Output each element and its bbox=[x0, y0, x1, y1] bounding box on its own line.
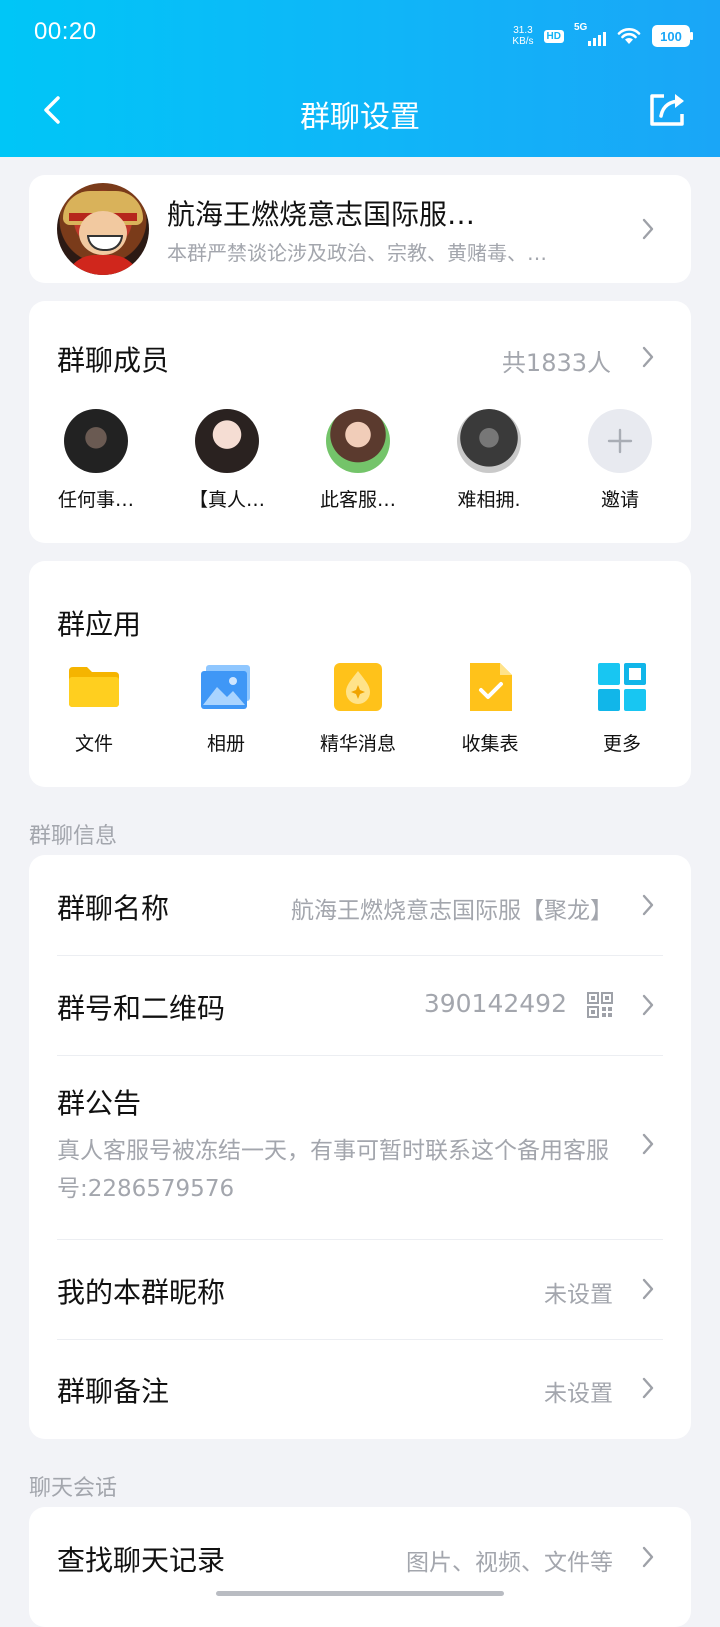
network-speed-value: 31.3 bbox=[513, 25, 533, 36]
group-profile-card[interactable]: 航海王燃烧意志国际服… 本群严禁谈论涉及政治、宗教、黄赌毒、… bbox=[29, 175, 691, 283]
group-name-row[interactable]: 群聊名称 航海王燃烧意志国际服【聚龙】 bbox=[29, 855, 691, 955]
group-name: 航海王燃烧意志国际服… bbox=[167, 198, 476, 231]
row-value: 未设置 bbox=[544, 1282, 613, 1308]
wifi-icon bbox=[617, 28, 641, 44]
cellular-signal-icon: 5G bbox=[574, 22, 606, 48]
invite-label: 邀请 bbox=[600, 489, 639, 511]
member-item[interactable]: 此客服… bbox=[308, 409, 408, 512]
member-name: 此客服… bbox=[319, 489, 396, 511]
row-label: 群公告 bbox=[57, 1087, 142, 1120]
group-id-value: 390142492 bbox=[423, 989, 567, 1018]
chat-card: 查找聊天记录 图片、视频、文件等 bbox=[29, 1507, 691, 1627]
row-label: 查找聊天记录 bbox=[57, 1544, 226, 1577]
share-icon bbox=[650, 94, 684, 126]
member-item[interactable]: 任何事… bbox=[46, 409, 146, 512]
row-label: 群号和二维码 bbox=[57, 992, 226, 1025]
member-avatar bbox=[326, 409, 390, 473]
members-title[interactable]: 群聊成员 bbox=[57, 339, 169, 379]
app-essence[interactable]: 精华消息 bbox=[303, 659, 413, 756]
battery-icon: 100 bbox=[652, 25, 693, 47]
plus-icon bbox=[588, 409, 652, 473]
app-label: 收集表 bbox=[461, 733, 519, 755]
chevron-right-icon bbox=[641, 1132, 655, 1156]
nav-bar: 群聊设置 bbox=[0, 70, 720, 157]
network-speed: 31.3 KB/s bbox=[512, 25, 533, 47]
group-info-card: 群聊名称 航海王燃烧意志国际服【聚龙】 群号和二维码 390142492 群公告… bbox=[29, 855, 691, 1439]
row-label: 群聊备注 bbox=[57, 1375, 170, 1408]
header: 00:20 31.3 KB/s HD 5G 100 群聊设置 bbox=[0, 0, 720, 157]
group-id-row[interactable]: 群号和二维码 390142492 bbox=[29, 956, 691, 1055]
my-nickname-row[interactable]: 我的本群昵称 未设置 bbox=[29, 1240, 691, 1339]
share-button[interactable] bbox=[646, 90, 690, 130]
app-label: 精华消息 bbox=[319, 733, 396, 755]
chevron-right-icon[interactable] bbox=[641, 345, 655, 369]
more-apps-icon bbox=[594, 659, 650, 715]
chevron-right-icon bbox=[641, 1376, 655, 1400]
network-speed-unit: KB/s bbox=[512, 36, 534, 47]
row-value: 图片、视频、文件等 bbox=[406, 1550, 613, 1576]
group-remark-row[interactable]: 群聊备注 未设置 bbox=[29, 1340, 691, 1439]
member-count[interactable]: 共1833人 bbox=[502, 343, 611, 378]
app-more[interactable]: 更多 bbox=[567, 659, 677, 756]
album-icon bbox=[198, 659, 254, 715]
chevron-right-icon bbox=[641, 1277, 655, 1301]
row-value: 航海王燃烧意志国际服【聚龙】 bbox=[291, 898, 613, 924]
app-label: 文件 bbox=[74, 733, 113, 755]
member-avatar bbox=[64, 409, 128, 473]
row-label: 群聊名称 bbox=[57, 892, 170, 925]
chevron-right-icon bbox=[641, 893, 655, 917]
chevron-right-icon bbox=[641, 1545, 655, 1569]
member-avatar bbox=[457, 409, 521, 473]
row-value: 未设置 bbox=[544, 1381, 613, 1407]
network-type-label: 5G bbox=[574, 22, 588, 33]
hd-icon: HD bbox=[543, 29, 564, 43]
member-item[interactable]: 【真人… bbox=[177, 409, 277, 512]
member-item[interactable]: 难相拥. bbox=[439, 409, 539, 512]
member-avatar bbox=[195, 409, 259, 473]
status-icons: 31.3 KB/s HD 5G 100 bbox=[512, 22, 693, 50]
member-name: 【真人… bbox=[188, 489, 265, 511]
folder-icon bbox=[66, 659, 122, 715]
group-apps-card: 群应用 文件 相册 精华消息 收集表 更多 bbox=[29, 561, 691, 787]
page-title: 群聊设置 bbox=[300, 100, 420, 135]
member-name: 任何事… bbox=[57, 489, 134, 511]
app-album[interactable]: 相册 bbox=[171, 659, 281, 756]
members-card: 群聊成员 共1833人 任何事… 【真人… 此客服… 难相拥. 邀请 bbox=[29, 301, 691, 543]
section-label-group-info: 群聊信息 bbox=[29, 824, 118, 849]
app-label: 更多 bbox=[602, 733, 641, 755]
section-label-chat: 聊天会话 bbox=[29, 1476, 118, 1501]
chevron-right-icon bbox=[641, 217, 655, 241]
group-description: 本群严禁谈论涉及政治、宗教、黄赌毒、… bbox=[167, 241, 547, 265]
qrcode-icon bbox=[587, 992, 613, 1018]
chevron-right-icon bbox=[641, 993, 655, 1017]
group-avatar bbox=[57, 183, 149, 275]
form-icon bbox=[462, 659, 518, 715]
group-notice-row[interactable]: 群公告 真人客服号被冻结一天，有事可暂时联系这个备用客服号:2286579576 bbox=[29, 1056, 691, 1236]
home-indicator[interactable] bbox=[216, 1591, 504, 1596]
app-form[interactable]: 收集表 bbox=[435, 659, 545, 756]
essence-icon bbox=[330, 659, 386, 715]
app-label: 相册 bbox=[206, 733, 245, 755]
member-name: 难相拥. bbox=[457, 489, 521, 511]
status-bar: 00:20 31.3 KB/s HD 5G 100 bbox=[0, 0, 720, 70]
app-files[interactable]: 文件 bbox=[39, 659, 149, 756]
status-time: 00:20 bbox=[34, 18, 97, 45]
invite-button[interactable]: 邀请 bbox=[570, 409, 670, 512]
notice-content: 真人客服号被冻结一天，有事可暂时联系这个备用客服号:2286579576 bbox=[57, 1138, 609, 1202]
apps-title: 群应用 bbox=[57, 608, 142, 641]
row-label: 我的本群昵称 bbox=[57, 1276, 226, 1309]
